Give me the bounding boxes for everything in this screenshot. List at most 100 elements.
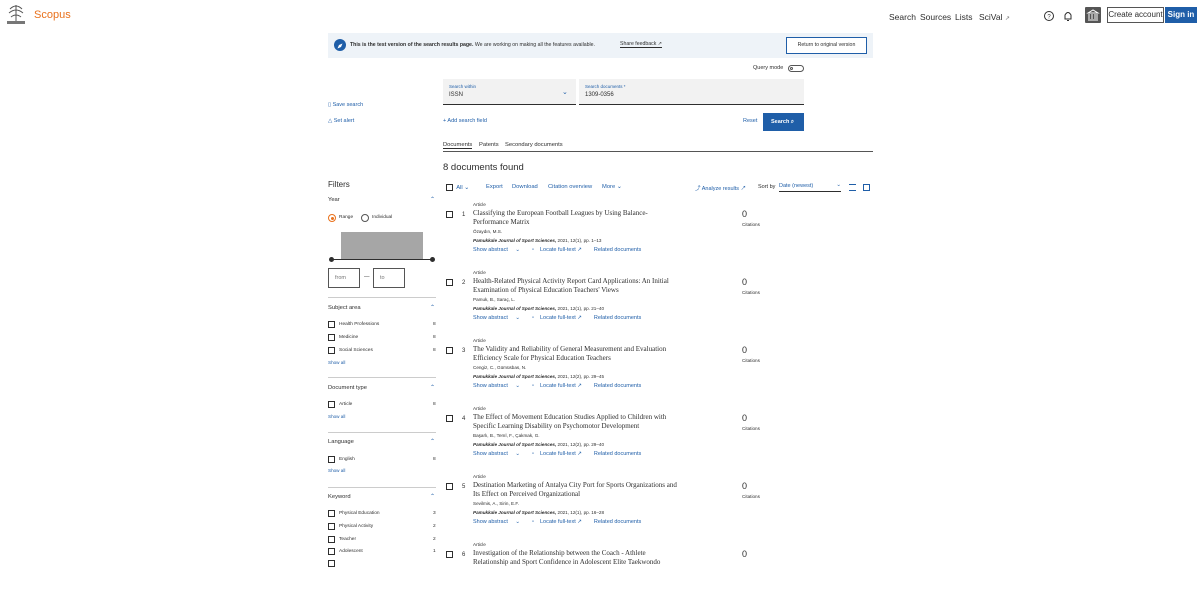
result-journal[interactable]: Pamukkale Journal of Sport Sciences, [473,442,556,447]
result-authors[interactable]: Pamuk, B., Saraç, L. [473,297,515,302]
scopus-logo-text[interactable]: Scopus [34,9,71,21]
result-checkbox[interactable] [446,347,453,354]
locate-full-text-link[interactable]: ▫ Locate full-text ↗ [532,519,588,525]
more-button[interactable]: More ⌄ [602,184,622,190]
related-documents-link[interactable]: Related documents [594,247,641,253]
show-abstract-button[interactable]: Show abstract ⌄ [473,383,526,389]
nav-scival[interactable]: SciVal ↗ [979,12,1010,22]
checkbox[interactable] [328,560,335,567]
citation-overview-button[interactable]: Citation overview [548,184,592,190]
nav-search[interactable]: Search [889,12,916,22]
export-button[interactable]: Export [486,184,503,190]
search-documents-input[interactable]: Search documents * 1309-0356 [579,79,804,105]
result-title-link[interactable]: The Effect of Movement Education Studies… [473,413,678,431]
show-abstract-button[interactable]: Show abstract ⌄ [473,315,526,321]
nav-lists[interactable]: Lists [955,12,972,22]
chevron-up-icon[interactable]: ⌃ [430,438,435,445]
show-all-link[interactable]: Show all [328,468,345,473]
related-documents-link[interactable]: Related documents [594,383,641,389]
checkbox[interactable] [328,548,335,555]
result-checkbox[interactable] [446,415,453,422]
grid-view-icon[interactable] [863,184,870,191]
checkbox[interactable] [328,347,335,354]
locate-full-text-link[interactable]: ▫ Locate full-text ↗ [532,247,588,253]
checkbox[interactable] [328,401,335,408]
filter-item[interactable]: Adolescent 1 [328,548,438,556]
download-button[interactable]: Download [512,184,538,190]
filter-item[interactable]: Article 8 [328,401,438,409]
set-alert-link[interactable]: △ Set alert [328,118,354,124]
filter-item[interactable]: Physical Activity 2 [328,523,438,531]
year-from-input[interactable]: from [328,268,360,288]
tab-secondary-documents[interactable]: Secondary documents [505,142,563,148]
show-all-link[interactable]: Show all [328,414,345,419]
result-title-link[interactable]: Health-Related Physical Activity Report … [473,277,678,295]
list-view-icon[interactable] [849,184,856,191]
return-original-button[interactable]: Return to original version [786,37,867,54]
locate-full-text-link[interactable]: ▫ Locate full-text ↗ [532,383,588,389]
result-journal[interactable]: Pamukkale Journal of Sport Sciences, [473,374,556,379]
year-to-input[interactable]: to [373,268,405,288]
show-abstract-button[interactable]: Show abstract ⌄ [473,247,526,253]
result-checkbox[interactable] [446,551,453,558]
result-checkbox[interactable] [446,211,453,218]
citation-count[interactable]: 0 [742,549,747,559]
chevron-up-icon[interactable]: ⌃ [430,304,435,311]
filter-item[interactable]: Teacher 2 [328,536,438,544]
radio-individual[interactable] [361,214,369,222]
citation-count[interactable]: 0 [742,345,747,355]
result-title-link[interactable]: Investigation of the Relationship betwee… [473,549,678,567]
filter-item[interactable]: English 8 [328,456,438,464]
result-journal[interactable]: Pamukkale Journal of Sport Sciences, [473,306,556,311]
institution-icon[interactable] [1085,7,1101,23]
search-within-select[interactable]: Search within ISSN ⌄ [443,79,576,105]
result-authors[interactable]: Özaydın, M.S. [473,229,502,234]
analyze-results-link[interactable]: ⤴ Analyze results ↗ [695,184,746,192]
filter-item[interactable]: Health Professions 8 [328,321,438,329]
filter-item[interactable]: Social Sciences 8 [328,347,438,355]
chevron-up-icon[interactable]: ⌃ [430,384,435,391]
sort-select[interactable]: Date (newest) ⌄ [779,182,841,192]
related-documents-link[interactable]: Related documents [594,315,641,321]
checkbox[interactable] [328,456,335,463]
checkbox[interactable] [328,510,335,517]
bell-icon[interactable] [1062,10,1074,22]
year-range-slider[interactable] [330,259,433,260]
checkbox[interactable] [328,321,335,328]
related-documents-link[interactable]: Related documents [594,519,641,525]
select-all[interactable]: All ⌄ [446,184,469,191]
show-abstract-button[interactable]: Show abstract ⌄ [473,519,526,525]
result-journal[interactable]: Pamukkale Journal of Sport Sciences, [473,510,556,515]
checkbox[interactable] [328,334,335,341]
tab-patents[interactable]: Patents [479,142,499,148]
checkbox[interactable] [328,523,335,530]
result-checkbox[interactable] [446,483,453,490]
chevron-up-icon[interactable]: ⌃ [430,196,435,203]
reset-button[interactable]: Reset [743,118,757,124]
result-journal[interactable]: Pamukkale Journal of Sport Sciences, [473,238,556,243]
citation-count[interactable]: 0 [742,413,747,423]
related-documents-link[interactable]: Related documents [594,451,641,457]
slider-handle-max[interactable] [430,257,435,262]
elsevier-logo-icon[interactable] [5,3,27,25]
slider-handle-min[interactable] [329,257,334,262]
checkbox[interactable] [328,536,335,543]
show-abstract-button[interactable]: Show abstract ⌄ [473,451,526,457]
nav-sources[interactable]: Sources [920,12,951,22]
locate-full-text-link[interactable]: ▫ Locate full-text ↗ [532,451,588,457]
filter-item[interactable] [328,560,438,568]
select-all-checkbox[interactable] [446,184,453,191]
show-all-link[interactable]: Show all [328,360,345,365]
sign-in-button[interactable]: Sign in [1165,7,1197,23]
save-search-link[interactable]: ▯ Save search [328,102,363,108]
result-title-link[interactable]: The Validity and Reliability of General … [473,345,678,363]
result-authors[interactable]: Cengiz, C., Gümüsbas, N. [473,365,526,370]
citation-count[interactable]: 0 [742,277,747,287]
citation-count[interactable]: 0 [742,481,747,491]
result-title-link[interactable]: Classifying the European Football League… [473,209,678,227]
create-account-button[interactable]: Create account [1107,7,1164,23]
add-search-field-link[interactable]: + Add search field [443,118,487,124]
filter-item[interactable]: Physical Education 3 [328,510,438,518]
locate-full-text-link[interactable]: ▫ Locate full-text ↗ [532,315,588,321]
citation-count[interactable]: 0 [742,209,747,219]
